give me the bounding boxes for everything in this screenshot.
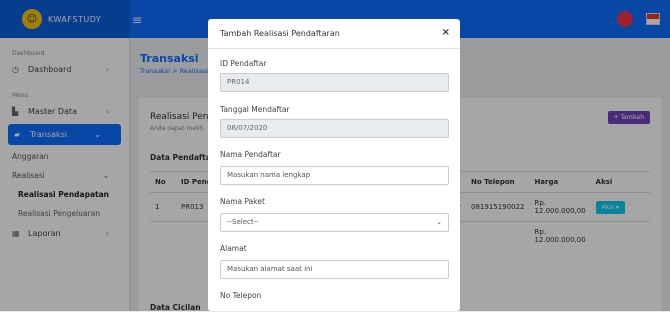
label-paket: Nama Paket <box>220 197 265 206</box>
label-telepon: No Telepon <box>220 291 262 300</box>
chevron-down-icon: ⌄ <box>436 218 442 226</box>
tanggal-field: 06/07/2020 <box>220 119 449 138</box>
add-realization-modal: Tambah Realisasi Pendaftaran × ID Pendaf… <box>208 19 460 311</box>
modal-title: Tambah Realisasi Pendaftaran <box>220 29 340 38</box>
modal-header: Tambah Realisasi Pendaftaran × <box>208 19 460 49</box>
label-nama: Nama Pendaftar <box>220 150 281 159</box>
close-icon[interactable]: × <box>442 27 450 38</box>
paket-select[interactable]: --Select-- ⌄ <box>220 213 449 232</box>
nama-input[interactable]: Masukan nama lengkap <box>220 166 449 185</box>
label-tanggal: Tanggal Mendaftar <box>220 105 290 114</box>
alamat-input[interactable]: Masukan alamat saat ini <box>220 260 449 279</box>
label-id-pendaftar: ID Pendaftar <box>220 59 267 68</box>
label-alamat: Alamat <box>220 244 247 253</box>
paket-select-value: --Select-- <box>227 218 259 226</box>
id-pendaftar-field: PR014 <box>220 73 449 92</box>
